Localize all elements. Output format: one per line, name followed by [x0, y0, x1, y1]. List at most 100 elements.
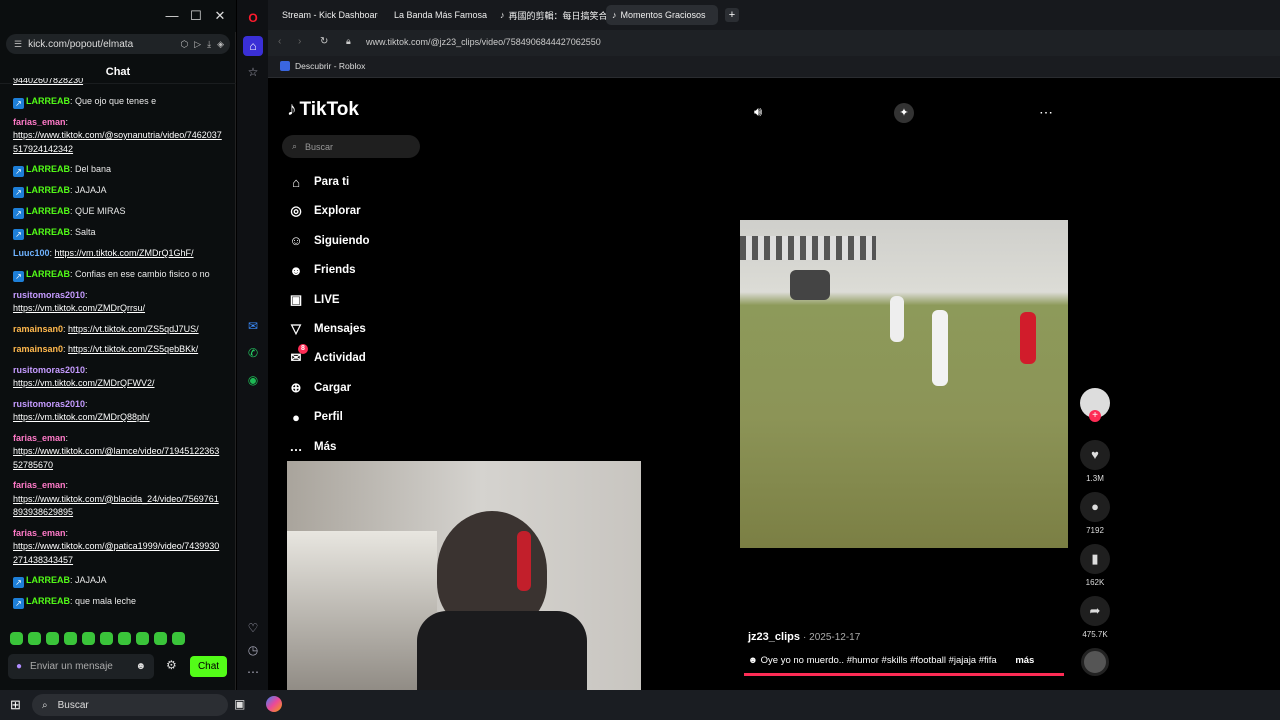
chat-username[interactable]: rusitomoras2010: [13, 290, 85, 300]
more-icon[interactable]: ⋯: [245, 664, 261, 680]
chat-username[interactable]: LARREAB: [26, 596, 70, 606]
chat-username[interactable]: LARREAB: [26, 269, 70, 279]
emoji-icon[interactable]: ☻: [135, 661, 146, 672]
home-icon[interactable]: ⌂: [243, 36, 263, 56]
emote-icon[interactable]: [82, 632, 95, 645]
chat-input[interactable]: ● Enviar un mensaje ☻: [8, 654, 154, 679]
tiktok-logo[interactable]: ♪ TikTok: [287, 99, 359, 121]
forward-icon[interactable]: ›: [298, 36, 301, 47]
copilot-icon[interactable]: [266, 696, 282, 712]
chat-link[interactable]: https://www.tiktok.com/@soynanutria/vide…: [13, 130, 222, 154]
chat-message-partial[interactable]: 94402607828230: [13, 78, 222, 88]
nav-item-mensajes[interactable]: ▽ Mensajes: [288, 319, 366, 339]
tab-kick-dashboard[interactable]: Stream - Kick Dashboard: [272, 5, 378, 25]
chat-send-button[interactable]: Chat: [190, 656, 227, 677]
lock-icon[interactable]: 🔒︎: [346, 36, 351, 47]
music-disc-icon[interactable]: [1081, 648, 1109, 676]
new-tab-icon[interactable]: +: [725, 8, 739, 22]
like-action[interactable]: ♥ 1.3M: [1079, 440, 1111, 483]
tab-tiktok-1[interactable]: ♪ 再國的剪輯：每日搞笑合: [494, 5, 606, 25]
opera-logo-icon[interactable]: O: [245, 10, 261, 26]
extension-icon[interactable]: ⬡: [180, 39, 188, 50]
chat-link[interactable]: https://vm.tiktok.com/ZMDrQ88ph/: [13, 412, 150, 422]
chat-username[interactable]: farias_eman: [13, 117, 66, 127]
url-field[interactable]: www.tiktok.com/@jz23_clips/video/7584906…: [366, 37, 601, 47]
spotify-icon[interactable]: ◉: [245, 372, 261, 388]
chat-username[interactable]: LARREAB: [26, 185, 70, 195]
nav-item-perfil[interactable]: ● Perfil: [288, 407, 343, 427]
chat-link[interactable]: https://vm.tiktok.com/ZMDrQFWV2/: [13, 378, 155, 388]
caption-line[interactable]: ☻ Oye yo no muerdo.. #humor #skills #foo…: [748, 655, 1034, 666]
nav-item-siguiendo[interactable]: ☺ Siguiendo: [288, 231, 369, 251]
heart-icon[interactable]: ♥: [1080, 440, 1110, 470]
chat-username[interactable]: LARREAB: [26, 164, 70, 174]
chat-username[interactable]: Luuc100: [13, 248, 50, 258]
chat-link[interactable]: https://vt.tiktok.com/ZS5qdJ7US/: [68, 324, 199, 334]
send-icon[interactable]: ▷: [194, 39, 201, 50]
heart-icon[interactable]: ♡: [245, 620, 261, 636]
emote-icon[interactable]: [118, 632, 131, 645]
video-progress-bar[interactable]: [744, 673, 1064, 676]
bookmark-icon[interactable]: ▮: [1080, 544, 1110, 574]
chat-link[interactable]: https://vm.tiktok.com/ZMDrQ1GhF/: [55, 248, 194, 258]
share-action[interactable]: ➦ 475.7K: [1079, 596, 1111, 639]
kick-address-bar[interactable]: ☰ kick.com/popout/elmata ⬡ ▷ ⤓ ◈: [6, 34, 230, 54]
nav-item-para-ti[interactable]: ⌂ Para ti: [288, 172, 349, 192]
emote-icon[interactable]: [46, 632, 59, 645]
author-name[interactable]: jz23_clips: [748, 631, 800, 643]
chat-username[interactable]: farias_eman: [13, 480, 66, 490]
maximize-icon[interactable]: ☐: [188, 8, 204, 24]
video-player[interactable]: [740, 220, 1068, 548]
back-icon[interactable]: ‹: [278, 36, 281, 47]
follow-plus-icon[interactable]: +: [1089, 410, 1101, 422]
nav-item-más[interactable]: … Más: [288, 437, 337, 457]
taskbar-search[interactable]: ⌕ Buscar: [32, 694, 228, 716]
gear-icon[interactable]: ⚙: [166, 658, 180, 674]
emote-icon[interactable]: [28, 632, 41, 645]
chat-link[interactable]: https://www.tiktok.com/@blacida_24/video…: [13, 494, 219, 518]
messenger-icon[interactable]: ✉: [245, 318, 261, 334]
task-view-icon[interactable]: ▣: [234, 697, 245, 711]
nav-item-cargar[interactable]: ⊕ Cargar: [288, 378, 352, 398]
tab-youtube[interactable]: La Banda Más Famosa de: [384, 5, 488, 25]
emote-icon[interactable]: [100, 632, 113, 645]
share-icon[interactable]: ➦: [1080, 596, 1110, 626]
emote-icon[interactable]: [64, 632, 77, 645]
bookmark-roblox[interactable]: Descubrir - Roblox: [280, 61, 365, 71]
download-icon[interactable]: ⤓: [207, 39, 211, 50]
chat-username[interactable]: farias_eman: [13, 528, 66, 538]
chat-link[interactable]: https://vt.tiktok.com/ZS5qebBKk/: [68, 344, 198, 354]
music-disc[interactable]: [1079, 648, 1111, 676]
chat-username[interactable]: LARREAB: [26, 206, 70, 216]
chat-link[interactable]: https://vm.tiktok.com/ZMDrQrrsu/: [13, 303, 145, 313]
chat-username[interactable]: ramainsan0: [13, 344, 63, 354]
chat-feed[interactable]: 94402607828230 ↗ LARREAB: Que ojo que ten…: [0, 78, 232, 624]
more-options-icon[interactable]: ⋯: [1039, 104, 1053, 121]
emote-icon[interactable]: [172, 632, 185, 645]
tab-momentos-graciosos[interactable]: ♪ Momentos Graciosos: [606, 5, 718, 25]
nav-item-live[interactable]: ▣ LIVE: [288, 290, 340, 310]
more-link[interactable]: más: [1015, 655, 1034, 666]
whatsapp-icon[interactable]: ✆: [245, 345, 261, 361]
minimize-icon[interactable]: —: [164, 8, 180, 24]
sparkle-icon[interactable]: ✦: [894, 103, 914, 123]
creator-avatar[interactable]: +: [1079, 388, 1111, 422]
comment-action[interactable]: ● 7192: [1079, 492, 1111, 535]
chat-username[interactable]: rusitomoras2010: [13, 365, 85, 375]
emote-icon[interactable]: [10, 632, 23, 645]
chat-username[interactable]: farias_eman: [13, 433, 66, 443]
emote-icon[interactable]: [136, 632, 149, 645]
mic-icon[interactable]: ●: [16, 661, 22, 672]
star-icon[interactable]: ☆: [245, 64, 261, 80]
chat-username[interactable]: LARREAB: [26, 575, 70, 585]
chat-username[interactable]: LARREAB: [26, 227, 70, 237]
chat-username[interactable]: LARREAB: [26, 96, 70, 106]
volume-icon[interactable]: 🔊︎: [754, 104, 762, 120]
author-line[interactable]: jz23_clips · 2025-12-17: [748, 631, 860, 643]
chat-username[interactable]: rusitomoras2010: [13, 399, 85, 409]
chat-link[interactable]: https://www.tiktok.com/@patica1999/video…: [13, 541, 219, 565]
save-action[interactable]: ▮ 162K: [1079, 544, 1111, 587]
nav-item-explorar[interactable]: ◎ Explorar: [288, 201, 360, 221]
close-icon[interactable]: ✕: [212, 8, 228, 24]
video-caption[interactable]: Oye yo no muerdo.. #humor #skills #footb…: [761, 655, 997, 666]
